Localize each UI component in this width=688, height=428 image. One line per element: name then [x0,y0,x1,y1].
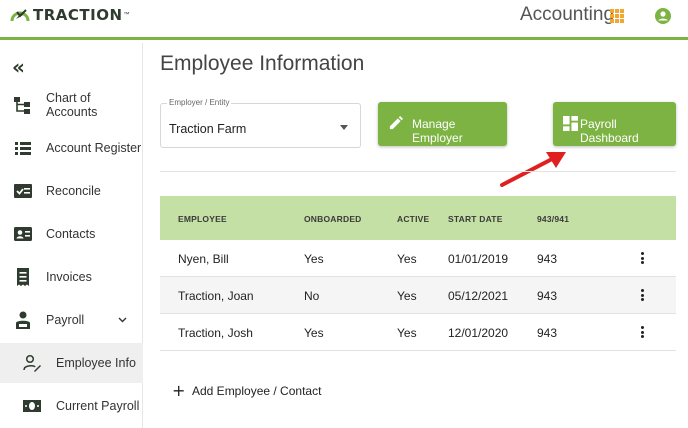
employer-entity-label: Employer / Entity [167,98,232,107]
cell-form: 943 [537,289,558,303]
sidebar-item-label: Employee Info [56,356,136,370]
cell-active: Yes [397,326,417,340]
cell-onboarded: Yes [304,326,324,340]
cell-active: Yes [397,289,417,303]
employee-edit-icon [23,354,41,372]
top-bar: TRACTION ™ Accounting [0,0,688,40]
cell-active: Yes [397,252,417,266]
column-header-active[interactable]: ACTIVE [397,214,429,224]
sidebar-item-label: Payroll [46,313,85,327]
contacts-icon [14,227,32,241]
row-menu-icon[interactable] [641,252,645,264]
cell-start-date: 05/12/2021 [448,289,509,303]
traction-logo[interactable]: TRACTION ™ [10,6,130,24]
reconcile-icon [14,184,32,198]
sidebar-item-chart-of-accounts[interactable]: Chart of Accounts [0,85,143,125]
payroll-dashboard-button[interactable]: Payroll Dashboard [553,102,676,146]
sidebar-item-reconcile[interactable]: Reconcile [0,171,143,211]
speedometer-logo-icon [10,9,30,22]
column-header-start-date[interactable]: START DATE [448,214,503,224]
sidebar-item-label: Account Register [46,141,142,155]
cell-onboarded: Yes [304,252,324,266]
chart-of-accounts-icon [14,97,30,114]
cell-onboarded: No [304,289,320,303]
sidebar-item-label: Contacts [46,227,96,241]
chevron-down-icon[interactable] [118,317,127,323]
table-row[interactable]: Traction, Josh Yes Yes 12/01/2020 943 [160,314,676,351]
user-account-icon[interactable] [654,7,672,25]
payroll-dashboard-label: Payroll Dashboard [580,117,639,145]
sidebar-item-payroll[interactable]: Payroll [0,300,143,340]
sidebar-item-current-payroll[interactable]: Current Payroll [0,386,143,426]
sidebar-item-account-register[interactable]: Account Register [0,128,143,168]
sidebar-item-label: Current Payroll [56,399,140,413]
manage-employer-label: Manage Employer [412,117,463,145]
logo-trademark: ™ [123,12,130,18]
collapse-sidebar-icon[interactable]: « [12,55,25,79]
table-row[interactable]: Nyen, Bill Yes Yes 01/01/2019 943 [160,240,676,277]
row-menu-icon[interactable] [641,289,645,301]
column-header-employee[interactable]: EMPLOYEE [178,214,227,224]
invoice-icon [17,268,29,286]
red-arrow-annotation-icon [500,152,566,187]
cell-employee: Traction, Joan [178,289,254,303]
manage-employer-button[interactable]: Manage Employer [378,102,507,146]
sidebar-item-label: Invoices [46,270,92,284]
cell-employee: Traction, Josh [178,326,253,340]
module-title: Accounting [520,4,615,25]
money-icon [23,400,41,412]
cell-form: 943 [537,326,558,340]
sidebar-item-label: Reconcile [46,184,101,198]
sidebar-item-employee-info[interactable]: Employee Info [0,343,143,383]
sidebar-item-invoices[interactable]: Invoices [0,257,143,297]
list-icon [15,142,31,155]
cell-form: 943 [537,252,558,266]
column-header-form[interactable]: 943/941 [537,214,569,224]
sidebar-item-contacts[interactable]: Contacts [0,214,143,254]
logo-text: TRACTION [33,6,123,24]
cell-start-date: 01/01/2019 [448,252,509,266]
add-employee-contact-button[interactable]: + Add Employee / Contact [172,381,321,400]
plus-icon: + [172,381,186,400]
payroll-icon [16,311,30,329]
dropdown-caret-icon [340,125,348,130]
sidebar: « Chart of Accounts Account Register Rec… [0,43,143,428]
table-row[interactable]: Traction, Joan No Yes 05/12/2021 943 [160,277,676,314]
employer-entity-select[interactable]: Traction Farm [160,103,361,148]
column-header-onboarded[interactable]: ONBOARDED [304,214,362,224]
cell-employee: Nyen, Bill [178,252,229,266]
table-header: EMPLOYEE ONBOARDED ACTIVE START DATE 943… [160,196,676,240]
add-employee-contact-label: Add Employee / Contact [192,383,322,398]
row-menu-icon[interactable] [641,326,645,338]
cell-start-date: 12/01/2020 [448,326,509,340]
pencil-icon [389,116,403,130]
page-title: Employee Information [160,52,365,75]
sidebar-item-label: Chart of Accounts [46,91,98,119]
employer-entity-value: Traction Farm [169,122,247,136]
apps-grid-icon[interactable] [610,9,624,23]
dashboard-icon [563,116,578,131]
divider [160,171,676,172]
